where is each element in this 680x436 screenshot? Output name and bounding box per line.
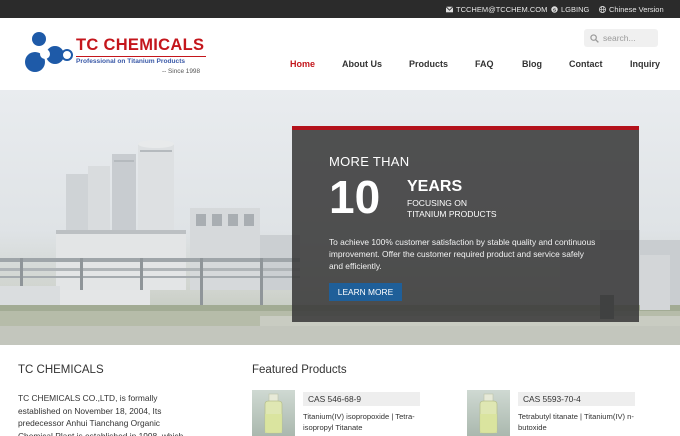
top-bar: TCCHEM@TCCHEM.COM S LGBING Chinese Versi… xyxy=(0,0,680,18)
site-header: TC CHEMICALS Professional on Titanium Pr… xyxy=(0,18,680,90)
about-title: TC CHEMICALS xyxy=(18,364,104,376)
hero-banner: MORE THAN 10 YEARS FOCUSING ON TITANIUM … xyxy=(0,90,680,345)
nav-blog[interactable]: Blog xyxy=(522,59,542,69)
featured-title: Featured Products xyxy=(252,364,347,376)
product-name[interactable]: Tetrabutyl titanate | Titanium(IV) n-but… xyxy=(518,411,643,433)
email-link[interactable]: TCCHEM@TCCHEM.COM xyxy=(446,0,547,18)
about-text: TC CHEMICALS CO.,LTD, is formally establ… xyxy=(18,393,184,436)
skype-text: LGBING xyxy=(561,4,590,14)
hero-focus: FOCUSING ON TITANIUM PRODUCTS xyxy=(407,198,497,219)
product-cas[interactable]: CAS 5593-70-4 xyxy=(518,392,635,406)
globe-icon xyxy=(599,5,606,13)
product-card[interactable]: CAS 546-68-9 Titanium(IV) isopropoxide |… xyxy=(252,390,442,436)
brand-since: -- Since 1998 xyxy=(162,68,201,75)
skype-icon: S xyxy=(551,5,558,13)
product-name[interactable]: Titanium(IV) isopropoxide | Tetra-isopro… xyxy=(303,411,428,433)
product-image[interactable] xyxy=(467,390,510,436)
hero-description: To achieve 100% customer satisfaction by… xyxy=(329,237,596,272)
search-icon[interactable] xyxy=(590,33,599,43)
bottle-icon xyxy=(479,393,498,434)
language-link[interactable]: Chinese Version xyxy=(599,0,664,18)
brand-tagline: Professional on Titanium Products xyxy=(76,58,186,65)
learn-more-button[interactable]: LEARN MORE xyxy=(329,283,402,301)
product-cas[interactable]: CAS 546-68-9 xyxy=(303,392,420,406)
hero-years-label: YEARS xyxy=(407,178,463,195)
brand-name: TC CHEMICALS xyxy=(76,36,205,54)
skype-link[interactable]: S LGBING xyxy=(551,0,589,18)
nav-about-us[interactable]: About Us xyxy=(342,59,382,69)
hero-focus-line2: TITANIUM PRODUCTS xyxy=(407,208,497,219)
hero-overlay: MORE THAN 10 YEARS FOCUSING ON TITANIUM … xyxy=(292,126,639,322)
product-image[interactable] xyxy=(252,390,295,436)
search-input[interactable] xyxy=(603,33,655,43)
email-text: TCCHEM@TCCHEM.COM xyxy=(456,4,548,14)
language-text: Chinese Version xyxy=(609,4,664,14)
nav-home[interactable]: Home xyxy=(290,59,315,69)
bottle-icon xyxy=(264,393,283,434)
envelope-icon xyxy=(446,5,453,12)
hero-years-number: 10 xyxy=(329,171,381,223)
logo-icon xyxy=(25,32,73,72)
hero-more-than: MORE THAN xyxy=(329,154,410,169)
nav-contact[interactable]: Contact xyxy=(569,59,603,69)
search-box[interactable] xyxy=(584,29,658,47)
nav-inquiry[interactable]: Inquiry xyxy=(630,59,660,69)
nav-faq[interactable]: FAQ xyxy=(475,59,494,69)
brand-divider xyxy=(76,56,206,57)
product-card[interactable]: CAS 5593-70-4 Tetrabutyl titanate | Tita… xyxy=(467,390,657,436)
nav-products[interactable]: Products xyxy=(409,59,448,69)
hero-focus-line1: FOCUSING ON xyxy=(407,198,467,208)
